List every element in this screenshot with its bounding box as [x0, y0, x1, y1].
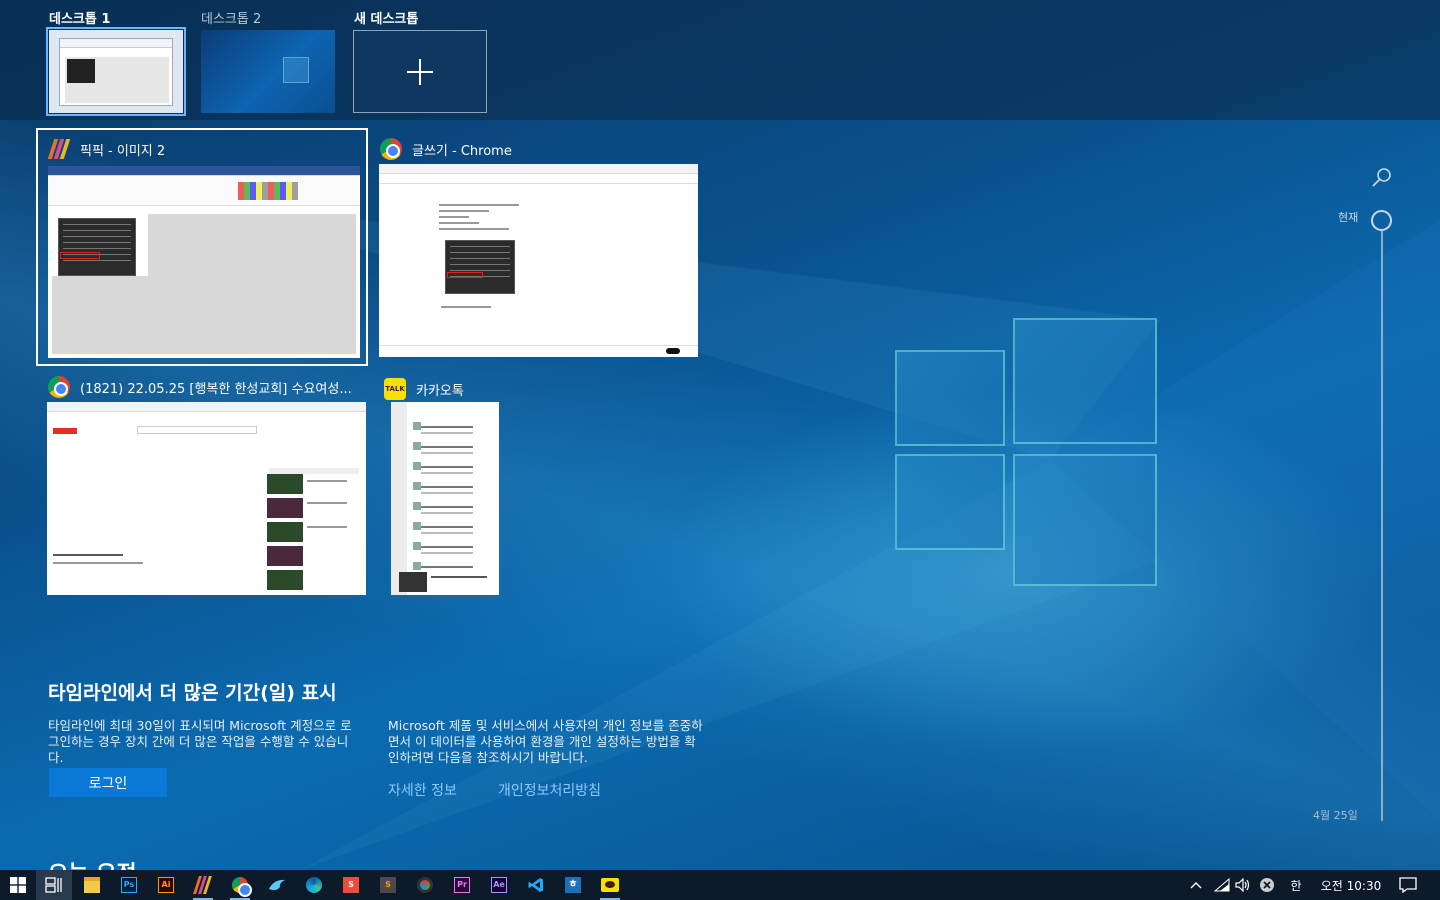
new-desktop-button[interactable]	[353, 30, 487, 113]
chrome-taskbar-icon[interactable]	[222, 870, 258, 900]
network-icon[interactable]	[1211, 870, 1233, 900]
timeline-promo-title: 타임라인에서 더 많은 기간(일) 표시	[48, 682, 337, 704]
task-view-button[interactable]	[36, 870, 72, 900]
show-hidden-icons-chevron-icon[interactable]	[1186, 870, 1206, 900]
plus-icon	[407, 58, 433, 85]
window-title: 글쓰기 - Chrome	[412, 143, 512, 159]
picpick-icon	[47, 138, 71, 160]
window-title: 픽픽 - 이미지 2	[80, 143, 166, 159]
davinci-icon[interactable]	[407, 870, 443, 900]
vscode-icon[interactable]	[518, 870, 554, 900]
login-button[interactable]: 로그인	[49, 768, 167, 797]
virtual-desktops-bar: 데스크톱 1 데스크톱 2 새 데스크톱	[0, 0, 1440, 120]
taskbar: Ps Ai S S Pr Ae ㅎ 한 오전 10:30	[0, 870, 1440, 900]
chrome-icon	[380, 138, 402, 160]
chrome-icon	[232, 877, 252, 897]
desktop-2-label: 데스크톱 2	[201, 12, 262, 27]
premiere-icon[interactable]: Pr	[444, 870, 480, 900]
bird-app-icon[interactable]	[259, 870, 295, 900]
edge-icon[interactable]	[296, 870, 332, 900]
volume-icon[interactable]	[1233, 870, 1253, 900]
kakaotalk-icon: TALK	[384, 378, 406, 400]
window-card-youtube[interactable]: (1821) 22.05.25 [행복한 한성교회] 수요여성...	[38, 368, 368, 602]
picpick-icon	[193, 876, 212, 894]
search-icon[interactable]	[1370, 166, 1394, 190]
input-method-indicator[interactable]: 한	[1284, 870, 1308, 900]
timeline-now-label: 현재	[1338, 211, 1359, 224]
window-card-chrome-writing[interactable]: 글쓰기 - Chrome	[370, 130, 706, 366]
clock[interactable]: 오전 10:30	[1313, 870, 1389, 900]
window-title: 카카오톡	[416, 383, 464, 399]
window-thumbnail	[47, 402, 366, 595]
timeline-scrubber-handle[interactable]	[1371, 210, 1392, 231]
photoshop-icon[interactable]: Ps	[111, 870, 147, 900]
privacy-text: Microsoft 제품 및 서비스에서 사용자의 개인 정보를 존중하면서 이…	[388, 718, 703, 765]
desktop-2-thumbnail[interactable]	[201, 30, 335, 113]
windows-logo-wallpaper	[895, 318, 1157, 586]
windows-start-icon	[10, 877, 26, 893]
window-title: (1821) 22.05.25 [행복한 한성교회] 수요여성...	[80, 381, 352, 397]
hangul-icon[interactable]: ㅎ	[555, 870, 591, 900]
timeline-track[interactable]	[1381, 231, 1383, 821]
picpick-taskbar-icon[interactable]	[185, 870, 221, 900]
new-desktop-label: 새 데스크톱	[354, 12, 419, 27]
timeline-promo-text: 타임라인에 최대 30일이 표시되며 Microsoft 계정으로 로그인하는 …	[48, 718, 352, 765]
window-card-picpick[interactable]: 픽픽 - 이미지 2	[36, 128, 368, 366]
window-thumbnail	[391, 402, 499, 595]
chrome-icon	[48, 376, 70, 398]
window-thumbnail	[379, 164, 698, 357]
window-card-kakaotalk[interactable]: TALK 카카오톡	[378, 370, 508, 602]
file-explorer-icon[interactable]	[74, 870, 110, 900]
privacy-policy-link[interactable]: 개인정보처리방침	[498, 780, 601, 800]
start-button[interactable]	[0, 870, 36, 900]
desktop-1-label: 데스크톱 1	[49, 12, 111, 27]
kakaotalk-taskbar-icon[interactable]	[592, 870, 628, 900]
notification-center-icon[interactable]	[1394, 870, 1422, 900]
after-effects-icon[interactable]: Ae	[481, 870, 517, 900]
s-app-icon[interactable]: S	[333, 870, 369, 900]
sublime-icon[interactable]: S	[370, 870, 406, 900]
desktop-1-thumbnail[interactable]	[46, 27, 186, 116]
task-view-icon	[45, 877, 62, 893]
window-thumbnail	[48, 166, 360, 358]
illustrator-icon[interactable]: Ai	[148, 870, 184, 900]
more-info-link[interactable]: 자세한 정보	[388, 780, 457, 800]
today-heading: 오늘 요점	[48, 856, 137, 870]
close-status-icon[interactable]	[1256, 870, 1278, 900]
timeline-date-label: 4월 25일	[1313, 809, 1358, 822]
